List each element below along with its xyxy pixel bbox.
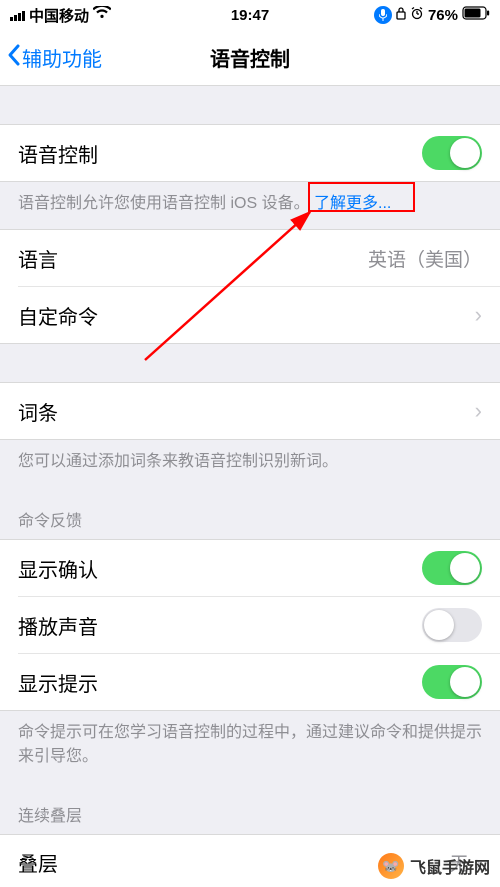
group-voice-control: 语音控制 [0, 124, 500, 182]
hint-footer: 命令提示可在您学习语音控制的过程中，通过建议命令和提供提示来引导您。 [0, 711, 500, 781]
terms-footer: 您可以通过添加词条来教语音控制识别新词。 [0, 440, 500, 487]
watermark-icon: 🐭 [378, 853, 404, 879]
group-feedback: 显示确认 播放声音 显示提示 [0, 539, 500, 711]
show-confirm-label: 显示确认 [18, 554, 98, 583]
language-value: 英语（美国） [368, 245, 482, 272]
feedback-header: 命令反馈 [0, 487, 500, 539]
chevron-right-icon: › [475, 302, 482, 328]
voice-control-footer: 语音控制允许您使用语音控制 iOS 设备。 了解更多... [0, 182, 500, 229]
lock-icon [396, 6, 406, 24]
overlay-header: 连续叠层 [0, 782, 500, 834]
status-time: 19:47 [231, 7, 269, 24]
language-label: 语言 [18, 244, 58, 273]
status-left: 中国移动 [10, 5, 111, 26]
battery-pct: 76% [428, 7, 458, 24]
cell-custom-commands[interactable]: 自定命令 › [0, 287, 500, 343]
play-sound-label: 播放声音 [18, 611, 98, 640]
back-label: 辅助功能 [22, 43, 102, 72]
back-button[interactable]: 辅助功能 [0, 43, 102, 73]
overlay-label: 叠层 [18, 848, 58, 877]
cell-show-hint: 显示提示 [0, 654, 500, 710]
show-hint-toggle[interactable] [422, 665, 482, 699]
terms-label: 词条 [18, 397, 58, 426]
cell-play-sound: 播放声音 [0, 597, 500, 653]
battery-icon [462, 6, 490, 24]
cell-show-confirm: 显示确认 [0, 540, 500, 596]
chevron-left-icon [6, 43, 22, 73]
voice-control-label: 语音控制 [18, 139, 98, 168]
group-lang-commands: 语言 英语（美国） 自定命令 › [0, 229, 500, 344]
alarm-icon [410, 6, 424, 24]
page-title: 语音控制 [210, 43, 290, 72]
custom-commands-label: 自定命令 [18, 301, 98, 330]
watermark-text: 飞鼠手游网 [410, 854, 490, 878]
voice-control-toggle[interactable] [422, 136, 482, 170]
play-sound-toggle[interactable] [422, 608, 482, 642]
status-bar: 中国移动 19:47 76% [0, 0, 500, 30]
cell-language[interactable]: 语言 英语（美国） [0, 230, 500, 286]
show-confirm-toggle[interactable] [422, 551, 482, 585]
nav-bar: 辅助功能 语音控制 [0, 30, 500, 86]
chevron-right-icon: › [475, 398, 482, 424]
show-hint-label: 显示提示 [18, 668, 98, 697]
cell-voice-control: 语音控制 [0, 125, 500, 181]
watermark: 🐭 飞鼠手游网 [378, 853, 490, 879]
wifi-icon [93, 6, 111, 24]
group-terms: 词条 › [0, 382, 500, 440]
signal-icon [10, 9, 25, 21]
voice-control-footer-text: 语音控制允许您使用语音控制 iOS 设备。 [18, 195, 310, 212]
annotation-highlight-box [308, 182, 415, 212]
mic-status-icon [374, 6, 392, 24]
cell-terms[interactable]: 词条 › [0, 383, 500, 439]
carrier-label: 中国移动 [29, 5, 89, 26]
status-right: 76% [374, 6, 490, 24]
